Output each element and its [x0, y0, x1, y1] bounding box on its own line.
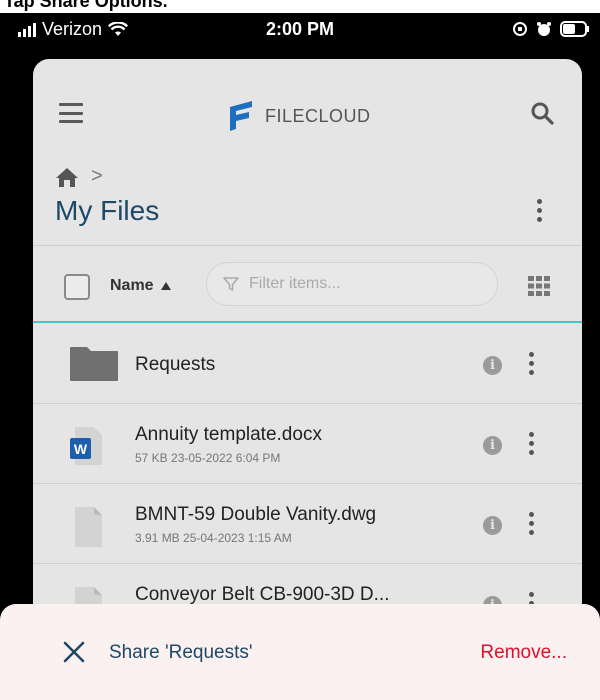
filter-placeholder: Filter items... — [249, 275, 341, 292]
alarm-icon — [537, 22, 551, 36]
brand-name: FILECLOUD — [265, 105, 371, 126]
orientation-lock-icon — [513, 22, 527, 36]
sort-asc-icon — [160, 282, 171, 290]
list-item[interactable]: Requests i — [33, 324, 582, 404]
file-name: Requests — [135, 354, 216, 375]
status-bar: Verizon 2:00 PM — [0, 13, 600, 50]
file-name: BMNT-59 Double Vanity.dwg — [135, 504, 377, 525]
list-item[interactable]: W Annuity template.docx 57 KB 23-05-2022… — [33, 404, 582, 484]
list-toolbar: Name Filter items... — [33, 245, 582, 323]
svg-text:W: W — [74, 441, 88, 457]
close-icon[interactable] — [62, 640, 86, 664]
filter-input[interactable]: Filter items... — [206, 262, 498, 306]
list-item[interactable]: BMNT-59 Double Vanity.dwg 3.91 MB 25-04-… — [33, 484, 582, 564]
folder-icon — [70, 347, 118, 381]
info-icon[interactable]: i — [483, 356, 502, 375]
chevron-right-icon: > — [91, 165, 103, 187]
share-requests-button[interactable]: Share 'Requests' — [109, 642, 253, 664]
clock: 2:00 PM — [265, 19, 335, 39]
app-header: FILECLOUD — [33, 59, 582, 159]
brand-logo: FILECLOUD — [227, 99, 371, 133]
file-name: Conveyor Belt CB-900-3D D... — [135, 584, 390, 605]
kebab-icon[interactable] — [537, 199, 542, 222]
kebab-icon[interactable] — [529, 512, 534, 535]
file-icon — [75, 507, 102, 547]
word-doc-icon: W — [70, 427, 102, 465]
info-icon[interactable]: i — [483, 516, 502, 535]
grid-view-icon[interactable] — [528, 276, 550, 296]
file-meta: 57 KB 23-05-2022 6:04 PM — [135, 451, 281, 465]
battery-icon — [560, 21, 589, 37]
home-icon[interactable] — [55, 166, 79, 188]
file-name: Annuity template.docx — [135, 424, 322, 445]
select-all-checkbox[interactable] — [64, 274, 90, 300]
file-meta: 3.91 MB 25-04-2023 1:15 AM — [135, 531, 292, 545]
filecloud-logo-icon — [230, 101, 252, 131]
caption: Tap Share Options. — [0, 0, 600, 13]
kebab-icon[interactable] — [529, 352, 534, 375]
kebab-icon[interactable] — [529, 432, 534, 455]
sort-label: Name — [110, 277, 154, 294]
search-icon[interactable] — [530, 101, 554, 125]
page-title: My Files — [55, 195, 160, 226]
remove-button[interactable]: Remove... — [480, 642, 567, 664]
filter-icon — [223, 277, 239, 291]
hamburger-icon[interactable] — [59, 103, 83, 123]
share-action-sheet: Share 'Requests' Remove... — [0, 604, 600, 700]
info-icon[interactable]: i — [483, 436, 502, 455]
breadcrumb: > — [55, 165, 103, 188]
files-screen: FILECLOUD > My Files Name Filter items..… — [33, 59, 582, 619]
sort-by-name-button[interactable]: Name — [110, 277, 172, 295]
